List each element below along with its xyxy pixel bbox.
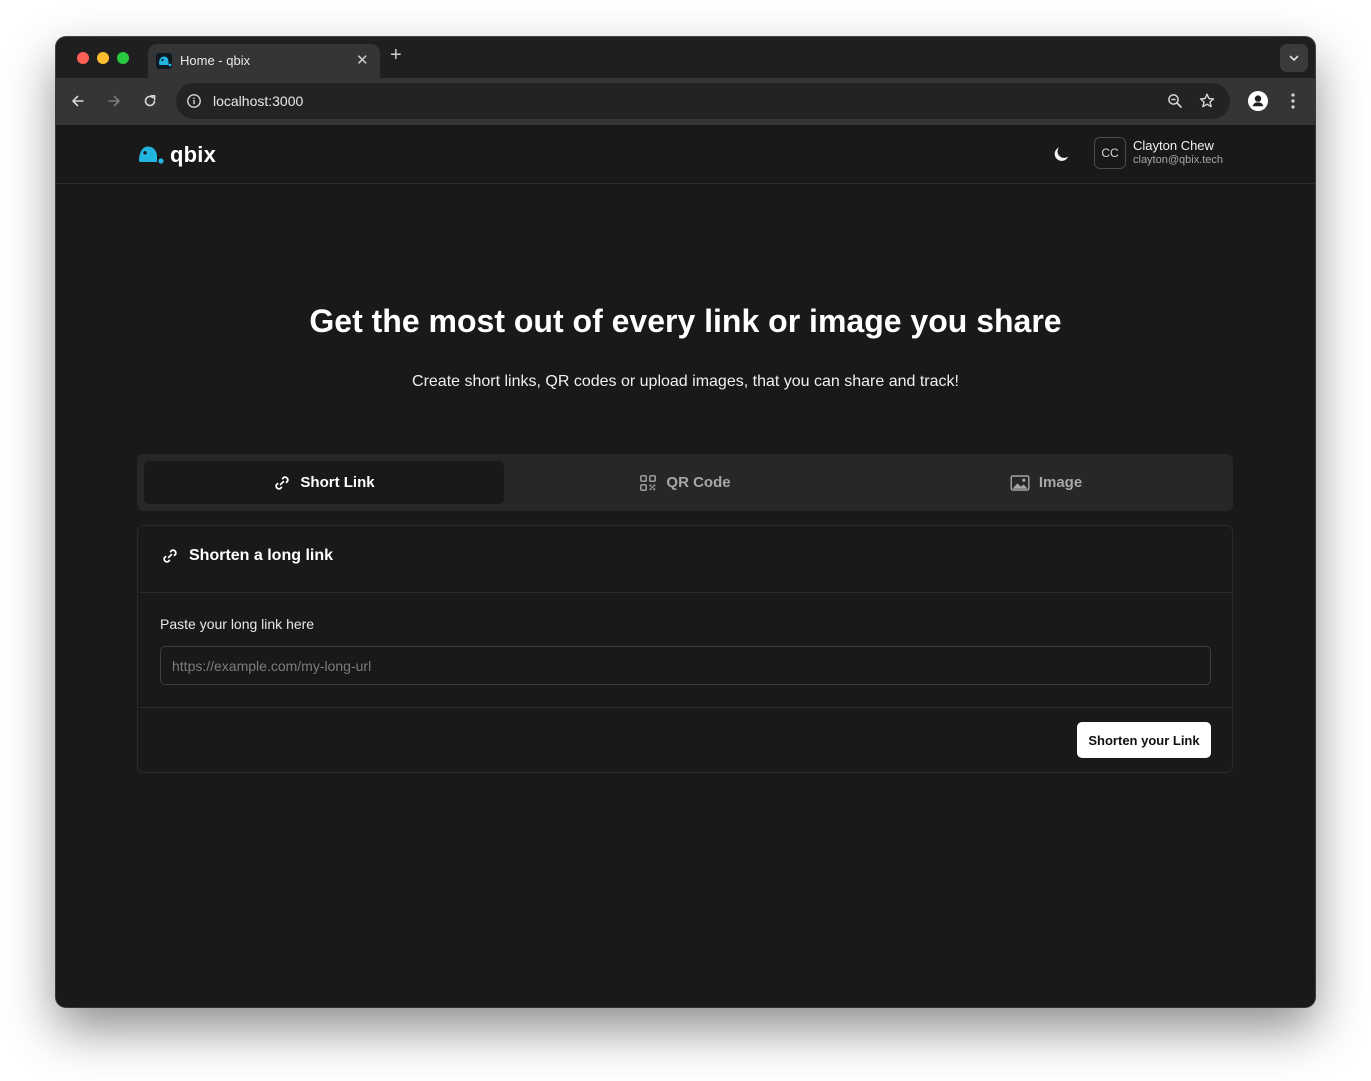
- user-email: clayton@qbix.tech: [1133, 154, 1224, 166]
- arrow-left-icon: [72, 95, 84, 107]
- user-menu[interactable]: CC Clayton Chew clayton@qbix.tech: [1094, 137, 1223, 169]
- close-window-button[interactable]: [77, 52, 89, 64]
- tab-qr-code-label: QR Code: [666, 474, 731, 491]
- shorten-link-card: Shorten a long link Paste your long link…: [137, 525, 1233, 773]
- reload-icon: [144, 95, 156, 107]
- site-info-icon[interactable]: [185, 92, 203, 110]
- card-title-text: Shorten a long link: [189, 547, 334, 564]
- user-info: Clayton Chew clayton@qbix.tech: [1133, 138, 1223, 168]
- feature-tabs: Short Link QR Code Image: [137, 454, 1233, 511]
- page-content: qbix CC Clayton Chew clayton@qbix.tech G…: [56, 125, 1315, 1007]
- close-icon[interactable]: ✕: [356, 51, 369, 69]
- tab-image[interactable]: Image: [866, 461, 1226, 504]
- tab-image-label: Image: [1038, 474, 1083, 491]
- qbix-logo-icon: [139, 146, 164, 164]
- hero-subtitle: Create short links, QR codes or upload i…: [412, 373, 959, 390]
- site-header: qbix CC Clayton Chew clayton@qbix.tech: [56, 125, 1315, 184]
- browser-tab[interactable]: Home - qbix ✕: [148, 44, 380, 78]
- browser-toolbar: localhost:3000: [56, 78, 1315, 126]
- new-tab-button[interactable]: +: [390, 44, 402, 67]
- card-title: Shorten a long link: [161, 547, 333, 565]
- bookmark-star-icon[interactable]: [1198, 92, 1216, 115]
- qr-code-icon: [640, 474, 657, 491]
- long-link-input[interactable]: [160, 646, 1211, 685]
- maximize-window-button[interactable]: [117, 52, 129, 64]
- image-icon: [1010, 474, 1030, 491]
- user-name: Clayton Chew: [1133, 138, 1214, 153]
- url-text: localhost:3000: [213, 93, 304, 109]
- logo-text: qbix: [170, 142, 217, 167]
- profile-icon[interactable]: [1247, 90, 1269, 112]
- hero-title: Get the most out of every link or image …: [309, 303, 1062, 339]
- tab-short-link-label: Short Link: [300, 474, 375, 491]
- address-bar[interactable]: localhost:3000: [176, 83, 1230, 119]
- shorten-link-button[interactable]: Shorten your Link: [1077, 722, 1211, 758]
- back-button[interactable]: [67, 90, 89, 112]
- long-link-label: Paste your long link here: [160, 616, 315, 632]
- tab-strip: Home - qbix ✕ +: [56, 37, 1315, 78]
- tab-qr-code[interactable]: QR Code: [505, 461, 865, 504]
- card-footer-divider: [138, 707, 1232, 708]
- card-header: Shorten a long link: [138, 526, 1232, 593]
- more-menu-icon[interactable]: [1284, 90, 1302, 112]
- zoom-icon[interactable]: [1166, 92, 1184, 115]
- qbix-favicon-icon: [156, 53, 172, 69]
- link-icon: [163, 549, 177, 563]
- tab-search-button[interactable]: [1280, 44, 1308, 72]
- minimize-window-button[interactable]: [97, 52, 109, 64]
- reload-button[interactable]: [139, 90, 161, 112]
- arrow-right-icon: [108, 95, 120, 107]
- theme-toggle-moon-icon[interactable]: [1052, 144, 1072, 164]
- forward-button[interactable]: [103, 90, 125, 112]
- avatar: CC: [1094, 137, 1126, 169]
- browser-window: Home - qbix ✕ + localhost:3000 qbix CC C…: [56, 37, 1315, 1007]
- chevron-down-icon: [1289, 55, 1299, 61]
- tab-title: Home - qbix: [180, 53, 251, 68]
- link-icon: [275, 475, 290, 490]
- tab-short-link[interactable]: Short Link: [144, 461, 504, 504]
- logo[interactable]: qbix: [138, 142, 216, 168]
